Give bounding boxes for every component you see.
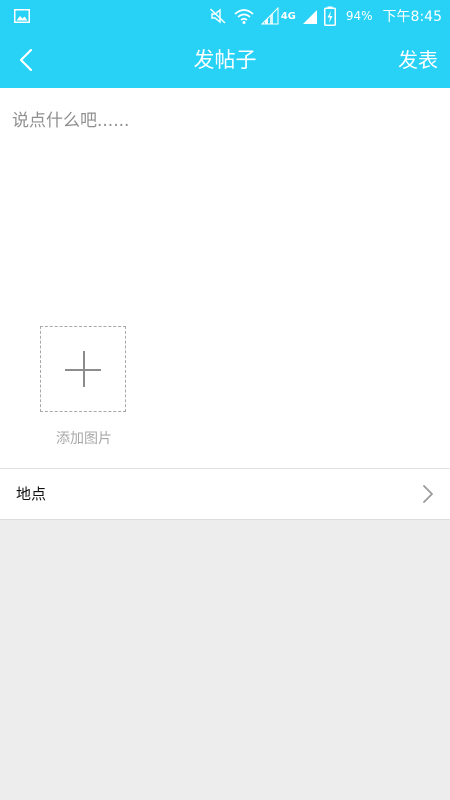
signal-icon: [260, 7, 279, 25]
battery-percent: 94%: [345, 9, 373, 23]
add-image-button[interactable]: [40, 326, 126, 412]
location-row[interactable]: 地点: [0, 468, 450, 520]
network-type: 4G: [280, 10, 296, 22]
app-bar: 发帖子 发表: [0, 32, 450, 88]
add-image-label: 添加图片: [56, 431, 112, 447]
post-content-input[interactable]: [12, 106, 438, 306]
signal-icon-secondary: [302, 10, 317, 24]
page-title: 发帖子: [193, 48, 257, 72]
mute-icon: [209, 8, 226, 24]
back-button[interactable]: [6, 40, 46, 80]
clock: 下午8:45: [382, 9, 442, 25]
publish-button[interactable]: 发表: [398, 32, 438, 88]
compose-area: 添加图片: [0, 88, 450, 468]
status-bar: 4G 94% 下午8:45: [0, 0, 450, 32]
chevron-right-icon: [423, 485, 433, 503]
location-label: 地点: [16, 485, 47, 503]
chevron-left-icon: [19, 48, 33, 72]
wifi-icon: [234, 9, 254, 24]
gallery-icon: [14, 9, 30, 23]
plus-icon-vertical: [83, 351, 85, 387]
charging-battery-icon: [323, 6, 336, 26]
